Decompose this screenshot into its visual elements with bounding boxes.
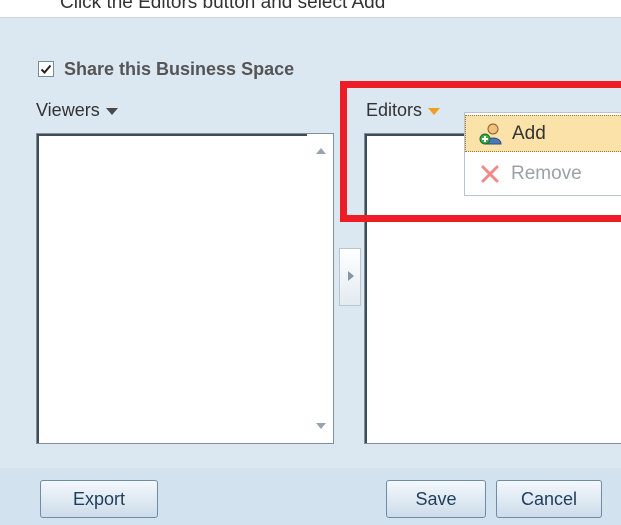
- viewers-listbox[interactable]: [36, 133, 334, 444]
- viewers-header[interactable]: Viewers: [36, 100, 118, 121]
- divider: [0, 17, 621, 18]
- arrow-right-icon: [348, 271, 354, 281]
- viewers-scrollbar[interactable]: [307, 134, 333, 443]
- top-strip: Click the Editors button and select Add: [0, 0, 621, 18]
- share-checkbox[interactable]: [38, 61, 54, 77]
- scroll-up-icon[interactable]: [316, 148, 326, 154]
- menu-item-add[interactable]: Add: [465, 115, 621, 152]
- share-label: Share this Business Space: [64, 58, 295, 79]
- export-button[interactable]: Export: [40, 480, 158, 518]
- share-row: Share this Business Space: [38, 56, 294, 82]
- menu-item-add-label: Add: [512, 122, 546, 144]
- add-user-icon: [478, 121, 504, 147]
- check-icon: [40, 64, 52, 74]
- save-button[interactable]: Save: [386, 480, 486, 518]
- chevron-down-icon: [105, 108, 118, 115]
- instruction-text: Click the Editors button and select Add: [60, 0, 386, 12]
- move-to-editors-button[interactable]: [339, 248, 361, 306]
- remove-x-icon: [477, 161, 503, 187]
- menu-item-remove[interactable]: Remove: [465, 155, 621, 192]
- editors-menu: Add Remove: [464, 112, 621, 196]
- cancel-button[interactable]: Cancel: [496, 480, 602, 518]
- scroll-down-icon[interactable]: [316, 423, 326, 429]
- viewers-label: Viewers: [36, 100, 100, 120]
- menu-item-remove-label: Remove: [511, 162, 582, 184]
